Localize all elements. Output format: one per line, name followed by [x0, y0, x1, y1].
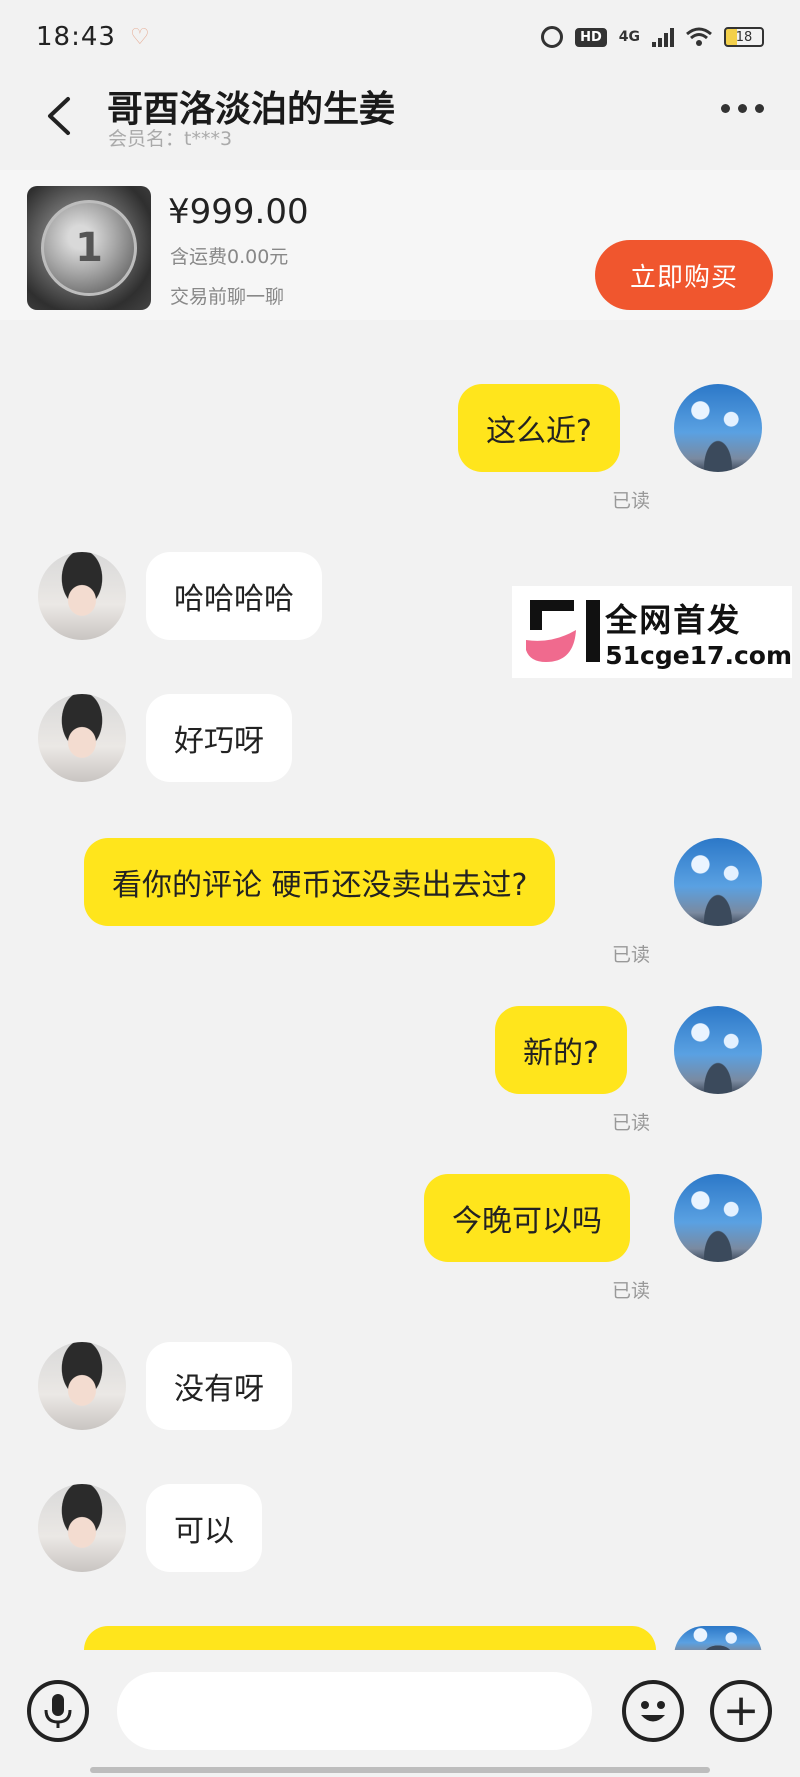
wifi-icon	[686, 27, 712, 47]
watermark: 全网首发 51cge17.com	[512, 586, 792, 678]
plus-icon[interactable]: +	[710, 1680, 772, 1742]
heart-icon: ♡	[129, 24, 150, 50]
contact-avatar[interactable]	[38, 1484, 126, 1572]
message-bubble-incoming[interactable]: 好巧呀	[146, 694, 292, 782]
product-shipping: 含运费0.00元	[170, 246, 289, 268]
emoji-icon[interactable]	[622, 1680, 684, 1742]
home-indicator	[90, 1767, 710, 1773]
read-status: 已读	[612, 944, 651, 966]
message-bubble-incoming[interactable]: 哈哈哈哈	[146, 552, 322, 640]
message-bubble-outgoing[interactable]: 看你的评论 硬币还没卖出去过?	[84, 838, 556, 926]
back-icon[interactable]	[40, 96, 80, 136]
watermark-title: 全网首发	[605, 600, 742, 639]
message-bubble-outgoing[interactable]: 这么近?	[458, 384, 620, 472]
hd-icon: HD	[575, 27, 607, 47]
product-hint: 交易前聊一聊	[170, 286, 285, 308]
message-bubble-incoming[interactable]: 没有呀	[146, 1342, 292, 1430]
status-bar: 18:43 ♡ HD 4G 18	[0, 0, 800, 74]
coin-glyph: 1	[75, 225, 103, 271]
member-label: 会员名：	[108, 128, 185, 150]
signal-icon	[652, 27, 674, 47]
read-status: 已读	[612, 1280, 651, 1302]
member-info: 会员名：t***3	[108, 124, 232, 151]
product-card[interactable]: 1 ¥999.00 含运费0.00元 交易前聊一聊 立即购买	[0, 170, 800, 320]
message-bubble-incoming[interactable]: 可以	[146, 1484, 262, 1572]
contact-avatar[interactable]	[38, 694, 126, 782]
mic-icon[interactable]	[27, 1680, 89, 1742]
input-bar: +	[0, 1650, 800, 1777]
buy-now-button[interactable]: 立即购买	[595, 240, 773, 310]
my-avatar[interactable]	[674, 838, 762, 926]
status-time: 18:43	[36, 22, 116, 52]
network-type: 4G	[618, 29, 640, 45]
my-avatar[interactable]	[674, 1174, 762, 1262]
contact-avatar[interactable]	[38, 552, 126, 640]
my-avatar[interactable]	[674, 1006, 762, 1094]
message-bubble-outgoing[interactable]: 今晚可以吗	[424, 1174, 630, 1262]
coin-image: 1	[41, 200, 137, 296]
contact-avatar[interactable]	[38, 1342, 126, 1430]
battery-icon: 18	[724, 27, 764, 47]
my-avatar[interactable]	[674, 384, 762, 472]
product-thumbnail[interactable]: 1	[27, 186, 151, 310]
alarm-icon	[541, 26, 564, 48]
read-status: 已读	[612, 1112, 651, 1134]
more-icon[interactable]	[721, 104, 764, 113]
watermark-logo	[526, 596, 600, 668]
chat-header: 哥酉洛淡泊的生姜 会员名：t***3	[0, 74, 800, 164]
read-status: 已读	[612, 490, 651, 512]
member-name: t***3	[184, 128, 233, 150]
message-input[interactable]	[117, 1672, 592, 1750]
product-price: ¥999.00	[168, 192, 309, 232]
watermark-site: 51cge17.com	[605, 640, 792, 670]
message-bubble-outgoing[interactable]: 新的?	[495, 1006, 627, 1094]
status-icons: HD 4G 18	[541, 26, 764, 48]
